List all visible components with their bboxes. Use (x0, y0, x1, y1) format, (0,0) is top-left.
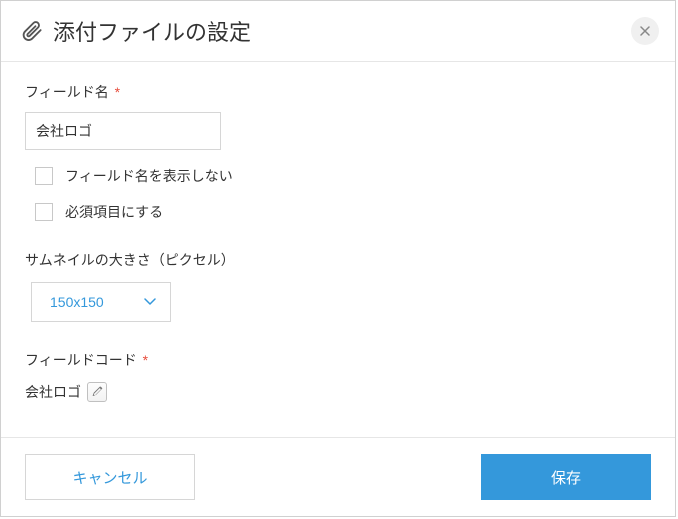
thumbnail-size-select[interactable]: 150x150 (31, 282, 171, 322)
field-code-row: 会社ロゴ (25, 382, 651, 402)
field-name-label: フィールド名 * (25, 82, 651, 102)
close-icon (640, 23, 650, 39)
field-code-label: フィールドコード * (25, 350, 651, 370)
field-code-label-text: フィールドコード (25, 352, 137, 368)
paperclip-icon (21, 20, 43, 42)
hide-field-name-checkbox[interactable]: フィールド名を表示しない (35, 166, 651, 186)
dialog-footer: キャンセル 保存 (1, 437, 675, 516)
pencil-icon (92, 385, 103, 400)
dialog-body: フィールド名 * フィールド名を表示しない 必須項目にする サムネイルの大きさ（… (1, 62, 675, 437)
save-button[interactable]: 保存 (481, 454, 651, 500)
chevron-down-icon (144, 293, 156, 311)
attachment-settings-dialog: 添付ファイルの設定 フィールド名 * フィールド名を表示しない 必須項目にする (0, 0, 676, 517)
close-button[interactable] (631, 17, 659, 45)
field-name-input[interactable] (25, 112, 221, 150)
dialog-title: 添付ファイルの設定 (53, 15, 631, 47)
edit-field-code-button[interactable] (87, 382, 107, 402)
field-code-value: 会社ロゴ (25, 382, 81, 402)
checkbox-icon (35, 167, 53, 185)
dialog-header: 添付ファイルの設定 (1, 1, 675, 62)
checkbox-icon (35, 203, 53, 221)
thumbnail-size-label: サムネイルの大きさ（ピクセル） (25, 250, 651, 270)
required-field-label: 必須項目にする (65, 202, 163, 222)
thumbnail-size-value: 150x150 (50, 294, 104, 310)
required-mark: * (115, 84, 120, 100)
field-name-label-text: フィールド名 (25, 84, 109, 100)
hide-field-name-label: フィールド名を表示しない (65, 166, 233, 186)
required-field-checkbox[interactable]: 必須項目にする (35, 202, 651, 222)
cancel-button[interactable]: キャンセル (25, 454, 195, 500)
required-mark: * (143, 352, 148, 368)
field-name-group: フィールド名 * フィールド名を表示しない 必須項目にする (25, 82, 651, 222)
